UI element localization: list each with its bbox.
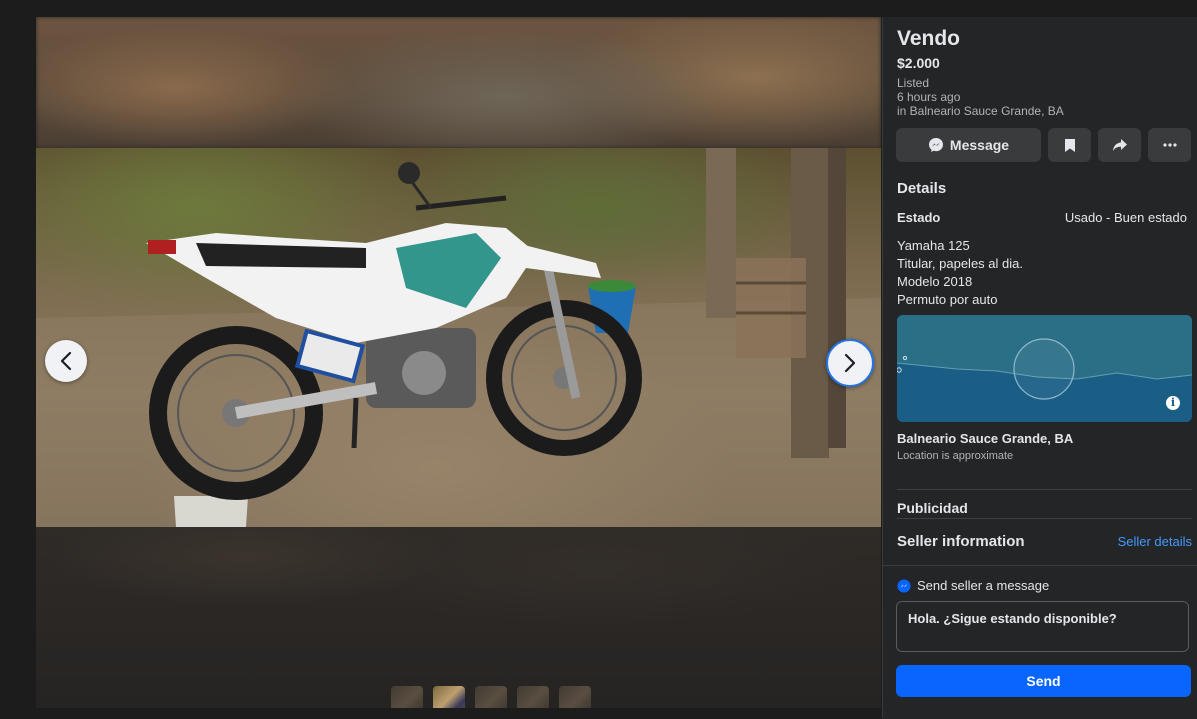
- condition-value: Usado - Buen estado: [1064, 210, 1187, 225]
- save-button[interactable]: [1048, 128, 1091, 162]
- thumbnail-5[interactable]: [559, 686, 591, 708]
- motorcycle-photo-illustration: [36, 148, 881, 527]
- info-icon[interactable]: i: [1166, 396, 1180, 410]
- seller-information-heading: Seller information: [897, 533, 1025, 550]
- thumbnail-3[interactable]: [475, 686, 507, 708]
- listing-photo: [36, 148, 881, 527]
- description-line: Titular, papeles al dia.: [897, 256, 1023, 271]
- condition-row: Estado Usado - Buen estado: [897, 210, 1187, 225]
- more-icon: [1162, 143, 1177, 147]
- composer-heading-label: Send seller a message: [917, 578, 1050, 593]
- blurred-background-bottom: [36, 527, 881, 708]
- media-viewer: [36, 17, 881, 708]
- composer-heading: Send seller a message: [897, 578, 1049, 593]
- chevron-right-icon: [844, 353, 856, 373]
- details-heading: Details: [897, 180, 947, 197]
- listing-actions: Message: [896, 128, 1191, 162]
- description-line: Yamaha 125: [897, 238, 970, 253]
- listed-label: Listed: [897, 76, 930, 90]
- bookmark-icon: [1064, 138, 1075, 152]
- location-map[interactable]: i: [897, 315, 1192, 422]
- thumbnail-1[interactable]: [391, 686, 423, 708]
- description-line: Permuto por auto: [897, 292, 998, 307]
- more-options-button[interactable]: [1148, 128, 1191, 162]
- description-line: Modelo 2018: [897, 274, 973, 289]
- message-button[interactable]: Message: [896, 128, 1041, 162]
- divider: [897, 518, 1192, 519]
- message-composer: Send seller a message Hola. ¿Sigue estan…: [883, 565, 1197, 719]
- listed-time: 6 hours ago: [897, 90, 961, 104]
- send-button[interactable]: Send: [896, 665, 1191, 697]
- previous-photo-button[interactable]: [45, 340, 87, 382]
- message-button-label: Message: [949, 137, 1010, 153]
- share-icon: [1112, 139, 1127, 151]
- chevron-left-icon: [60, 351, 72, 371]
- divider: [897, 489, 1192, 490]
- thumbnail-4[interactable]: [517, 686, 549, 708]
- next-photo-button[interactable]: [826, 339, 874, 387]
- messenger-icon: [928, 138, 943, 152]
- listing-details-panel: Vendo $2.000 Listed 6 hours ago in Balne…: [882, 17, 1197, 719]
- location-note: Location is approximate: [897, 450, 1014, 462]
- map-illustration: [897, 315, 1192, 422]
- ads-heading: Publicidad: [897, 500, 968, 516]
- thumbnail-2[interactable]: [433, 686, 465, 708]
- messenger-icon: [897, 578, 911, 593]
- seller-details-link[interactable]: Seller details: [1118, 534, 1192, 549]
- message-input[interactable]: Hola. ¿Sigue estando disponible?: [896, 601, 1189, 652]
- blurred-background-top: [36, 17, 881, 148]
- location-city: Balneario Sauce Grande, BA: [897, 431, 1074, 446]
- condition-key: Estado: [897, 210, 941, 225]
- listing-title: Vendo: [897, 27, 961, 50]
- listing-price: $2.000: [897, 55, 940, 71]
- share-button[interactable]: [1098, 128, 1141, 162]
- listing-description: Yamaha 125 Titular, papeles al dia. Mode…: [897, 237, 1023, 309]
- listed-location: in Balneario Sauce Grande, BA: [897, 104, 1064, 118]
- thumbnail-strip: [391, 686, 591, 708]
